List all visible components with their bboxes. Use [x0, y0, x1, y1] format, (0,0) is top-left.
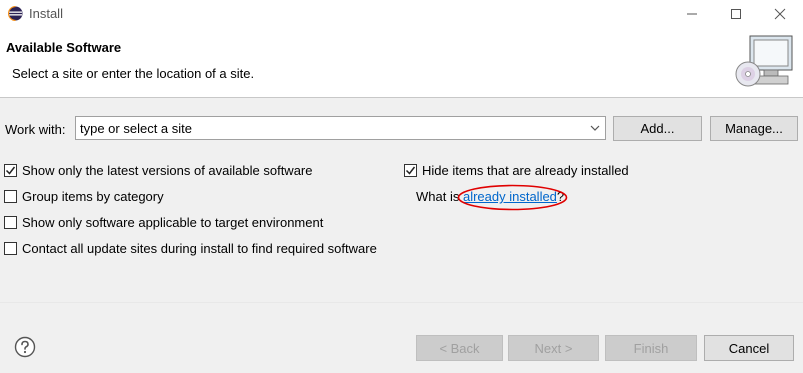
site-combo[interactable]: type or select a site — [75, 116, 606, 140]
target-env-option[interactable]: Show only software applicable to target … — [4, 215, 323, 230]
minimize-icon — [687, 13, 697, 15]
work-with-label: Work with: — [5, 122, 66, 137]
what-is-prefix: What is — [416, 189, 463, 204]
contact-sites-label: Contact all update sites during install … — [22, 241, 377, 256]
chevron-down-icon[interactable] — [588, 120, 602, 136]
back-button[interactable]: < Back — [416, 335, 503, 361]
latest-versions-option[interactable]: Show only the latest versions of availab… — [4, 163, 313, 178]
add-site-button[interactable]: Add... — [613, 116, 702, 141]
contact-sites-checkbox[interactable] — [4, 242, 17, 255]
maximize-button[interactable] — [714, 0, 758, 28]
latest-versions-checkbox[interactable] — [4, 164, 17, 177]
hide-installed-label: Hide items that are already installed — [422, 163, 629, 178]
hide-installed-option[interactable]: Hide items that are already installed — [404, 163, 629, 178]
highlight-ellipse — [457, 184, 568, 211]
cancel-button[interactable]: Cancel — [704, 335, 794, 361]
site-combo-value: type or select a site — [80, 121, 192, 136]
group-by-category-label: Group items by category — [22, 189, 164, 204]
group-by-category-checkbox[interactable] — [4, 190, 17, 203]
wizard-banner: Available Software Select a site or ente… — [0, 28, 803, 98]
next-button[interactable]: Next > — [508, 335, 599, 361]
install-wizard-image — [735, 35, 793, 87]
manage-sites-button[interactable]: Manage... — [710, 116, 798, 141]
checkmark-icon — [5, 166, 16, 175]
page-title: Available Software — [6, 40, 122, 55]
target-env-label: Show only software applicable to target … — [22, 215, 324, 230]
hide-installed-checkbox[interactable] — [404, 164, 417, 177]
group-by-category-option[interactable]: Group items by category — [4, 189, 164, 204]
title-bar: Install — [0, 0, 803, 28]
help-icon[interactable] — [14, 336, 36, 358]
checkmark-icon — [405, 166, 416, 175]
close-icon — [774, 8, 786, 20]
contact-sites-option[interactable]: Contact all update sites during install … — [4, 241, 377, 256]
window-title: Install — [29, 6, 63, 21]
footer-separator — [0, 302, 803, 303]
finish-button[interactable]: Finish — [605, 335, 697, 361]
eclipse-icon — [8, 6, 23, 21]
close-button[interactable] — [758, 0, 802, 28]
maximize-icon — [731, 9, 741, 19]
target-env-checkbox[interactable] — [4, 216, 17, 229]
page-description: Select a site or enter the location of a… — [12, 66, 255, 81]
minimize-button[interactable] — [670, 0, 714, 28]
latest-versions-label: Show only the latest versions of availab… — [22, 163, 313, 178]
